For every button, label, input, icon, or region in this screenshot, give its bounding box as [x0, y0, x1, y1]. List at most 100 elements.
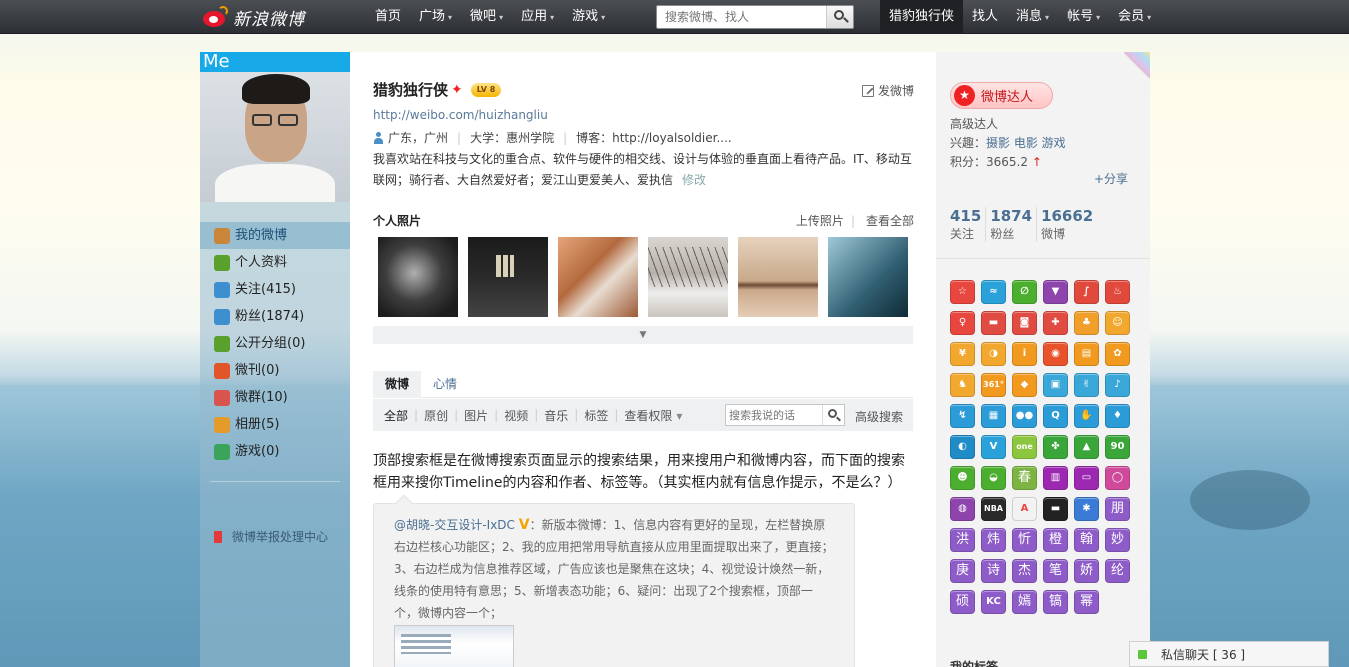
report-center-link[interactable]: 微博举报处理中心 — [214, 528, 328, 545]
app-doc-icon[interactable]: ▦ — [981, 404, 1006, 428]
app-moon-icon[interactable]: ◑ — [981, 342, 1006, 366]
feed-filter[interactable]: 标签 — [578, 407, 614, 424]
app-flower-icon[interactable]: ✿ — [1105, 342, 1130, 366]
sidebar-item[interactable]: 关注(415) — [200, 276, 350, 303]
app-miao-icon[interactable]: 妙 — [1105, 528, 1130, 552]
app-frame-icon[interactable]: ▣ — [1043, 373, 1068, 397]
app-car-icon[interactable]: ◆ — [1012, 373, 1037, 397]
account-nav-item-4[interactable]: 会员 ▾ — [1109, 0, 1160, 34]
sidebar-item[interactable]: 微刊(0) — [200, 357, 350, 384]
sidebar-item[interactable]: 游戏(0) — [200, 438, 350, 465]
sidebar-item[interactable]: 我的微博 — [200, 222, 350, 249]
app-scribble-icon[interactable]: ∫ — [1074, 280, 1099, 304]
app-han-icon[interactable]: 翰 — [1074, 528, 1099, 552]
app-v-icon[interactable]: V — [981, 435, 1006, 459]
app-yan-icon[interactable]: 嫣 — [1012, 590, 1037, 614]
app-361-icon[interactable]: 361° — [981, 373, 1006, 397]
app-one-icon[interactable]: one — [1012, 435, 1037, 459]
app-info-icon[interactable]: i — [1012, 342, 1037, 366]
app-gauge-icon[interactable]: ◐ — [950, 435, 975, 459]
sidebar-item[interactable]: 公开分组(0) — [200, 330, 350, 357]
feed-search-button[interactable] — [822, 405, 844, 425]
app-bar-icon[interactable]: ▬ — [1043, 497, 1068, 521]
app-star-icon[interactable]: ☆ — [950, 280, 975, 304]
account-nav-item-2[interactable]: 消息 ▾ — [1007, 0, 1058, 34]
app-ship-icon[interactable]: ▬ — [981, 311, 1006, 335]
app-people-icon[interactable]: ●● — [1012, 404, 1037, 428]
app-cross-icon[interactable]: ✚ — [1043, 311, 1068, 335]
app-bi-icon[interactable]: 笔 — [1043, 559, 1068, 583]
feed-filter[interactable]: 视频 — [498, 407, 534, 424]
post-weibo-link[interactable]: 发微博 — [861, 82, 914, 99]
photo-thumbnail[interactable] — [738, 237, 818, 317]
app-lady-icon[interactable]: ◍ — [950, 497, 975, 521]
photo-thumbnail[interactable] — [558, 237, 638, 317]
app-wei-icon[interactable]: 炜 — [981, 528, 1006, 552]
app-fire-icon[interactable]: ♨ — [1105, 280, 1130, 304]
profile-blog[interactable]: 博客：http://loyalsoldier.... — [576, 129, 732, 146]
nav-item-2[interactable]: 微吧 ▾ — [461, 0, 512, 34]
app-jie-icon[interactable]: 杰 — [1012, 559, 1037, 583]
app-camera-icon[interactable]: ◙ — [1012, 311, 1037, 335]
stat-微博[interactable]: 16662 微博 — [1041, 207, 1097, 242]
feed-filter[interactable]: 原创 — [418, 407, 454, 424]
app-90-icon[interactable]: 90 — [1105, 435, 1130, 459]
app-mi-icon[interactable]: 幂 — [1074, 590, 1099, 614]
feed-tab[interactable]: 微博 — [373, 371, 422, 398]
app-yen-icon[interactable]: ¥ — [950, 342, 975, 366]
nav-item-0[interactable]: 首页 — [366, 0, 410, 34]
quoted-post-image[interactable] — [394, 625, 514, 667]
level-badge[interactable]: LV 8 — [470, 82, 502, 97]
feed-search-input[interactable] — [726, 405, 822, 425]
app-frog-icon[interactable]: ☻ — [950, 466, 975, 490]
app-bunny-icon[interactable]: ♣ — [1074, 311, 1099, 335]
feed-filter[interactable]: 图片 — [458, 407, 494, 424]
stat-粉丝[interactable]: 1874 粉丝 — [990, 207, 1038, 242]
app-leaf-icon[interactable]: ∅ — [1012, 280, 1037, 304]
nav-item-1[interactable]: 广场 ▾ — [410, 0, 461, 34]
share-link[interactable]: +分享 — [1094, 170, 1128, 187]
app-spring-icon[interactable]: 春 — [1012, 466, 1037, 490]
app-q-icon[interactable]: Q — [1043, 404, 1068, 428]
global-search-button[interactable] — [826, 6, 853, 28]
global-search-input[interactable] — [657, 6, 825, 28]
app-peng-icon[interactable]: 朋 — [1105, 497, 1130, 521]
app-kc-icon[interactable]: KC — [981, 590, 1006, 614]
nav-item-4[interactable]: 游戏 ▾ — [563, 0, 614, 34]
weibo-logo[interactable]: 新浪微博 — [203, 4, 305, 30]
app-palm-icon[interactable]: ✋ — [1074, 404, 1099, 428]
view-all-photos-link[interactable]: 查看全部 — [866, 214, 914, 228]
advanced-search-link[interactable]: 高级搜索 — [855, 408, 903, 425]
app-geng-icon[interactable]: 庚 — [950, 559, 975, 583]
app-jiao-icon[interactable]: 娇 — [1074, 559, 1099, 583]
app-gao-icon[interactable]: 镐 — [1043, 590, 1068, 614]
upload-photo-link[interactable]: 上传照片 — [796, 214, 844, 228]
app-hong-icon[interactable]: 洪 — [950, 528, 975, 552]
stat-关注[interactable]: 415 关注 — [950, 207, 987, 242]
private-chat-bar[interactable]: 私信聊天 [ 36 ] — [1129, 641, 1329, 667]
sidebar-item[interactable]: 微群(10) — [200, 384, 350, 411]
app-chart-icon[interactable]: ▲ — [1074, 435, 1099, 459]
avatar[interactable]: Me — [200, 52, 350, 202]
app-lun-icon[interactable]: 纶 — [1105, 559, 1130, 583]
app-flag-icon[interactable]: ↯ — [950, 404, 975, 428]
app-mic-icon[interactable]: ♀ — [950, 311, 975, 335]
account-nav-item-0[interactable]: 猎豹独行侠 — [880, 0, 964, 34]
weibo-talent-badge[interactable]: ★ 微博达人 — [950, 82, 1053, 109]
app-bars-icon[interactable]: ▥ — [1043, 466, 1068, 490]
app-a-icon[interactable]: A — [1012, 497, 1037, 521]
app-download-icon[interactable]: ▼ — [1043, 280, 1068, 304]
feed-filter[interactable]: 查看权限 ▾ — [618, 407, 688, 424]
app-shi-icon[interactable]: 诗 — [981, 559, 1006, 583]
profile-url[interactable]: http://weibo.com/huizhangliu — [373, 108, 548, 122]
account-nav-item-1[interactable]: 找人 — [963, 0, 1007, 34]
feed-filter[interactable]: 音乐 — [538, 407, 574, 424]
expand-photos-button[interactable]: ▼ — [373, 326, 913, 344]
photo-thumbnail[interactable] — [468, 237, 548, 317]
app-bubble-icon[interactable]: ◯ — [1105, 466, 1130, 490]
sidebar-item[interactable]: 个人资料 — [200, 249, 350, 276]
feed-filter[interactable]: 全部 — [378, 407, 414, 424]
app-weibo-icon[interactable]: ◉ — [1043, 342, 1068, 366]
edit-bio-link[interactable]: 修改 — [682, 173, 706, 187]
sidebar-item[interactable]: 粉丝(1874) — [200, 303, 350, 330]
